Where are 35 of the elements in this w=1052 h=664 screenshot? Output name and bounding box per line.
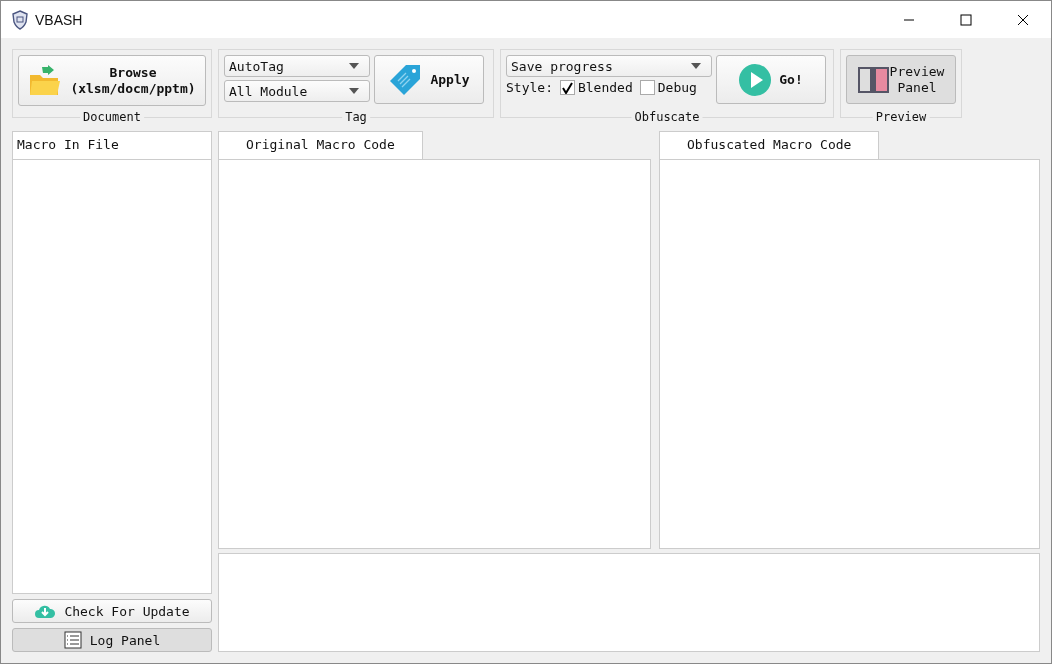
caret-icon [691,63,701,69]
group-label: Tag [342,111,370,124]
browse-button[interactable]: Browse (xlsm/docm/pptm) [18,55,206,106]
apply-button[interactable]: Apply [374,55,484,104]
group-label: Obfuscate [631,111,703,124]
dropdown[interactable]: Save progress [506,55,712,77]
checkbox[interactable] [559,80,575,95]
caret-icon [349,63,359,69]
group-label: Document [80,111,144,124]
shield-app-icon [10,9,30,30]
close-icon[interactable] [1017,13,1029,26]
update-button[interactable]: Check For Update [12,599,212,623]
go-button[interactable]: Go! [716,55,826,104]
checkbox[interactable] [639,80,655,95]
group-label: Preview [872,111,930,124]
macro-list[interactable]: Macro In File [12,131,212,594]
maximize-icon[interactable] [960,13,972,26]
window-title: VBASH [35,11,83,28]
dropdown[interactable]: AutoTag [224,55,370,77]
tab[interactable]: Obfuscated Macro Code [659,131,880,159]
tab[interactable]: Original Macro Code [218,131,423,159]
folder-icon [28,64,63,97]
list-header: Macro In File [13,132,211,160]
dropdown[interactable]: All Module [224,80,370,102]
checkbox-label: Blended [577,80,633,95]
log-panel-button[interactable]: Log Panel [12,628,212,652]
checkbox-label: Debug [657,80,697,95]
preview-panel-button[interactable]: Preview Panel [846,55,956,104]
tag-icon [388,62,423,97]
caret-icon [349,88,359,94]
style-label: Style: [506,80,553,95]
list-icon [63,631,82,649]
panels-icon [857,65,890,94]
cloud-download-icon [34,603,57,619]
play-icon [739,63,772,96]
